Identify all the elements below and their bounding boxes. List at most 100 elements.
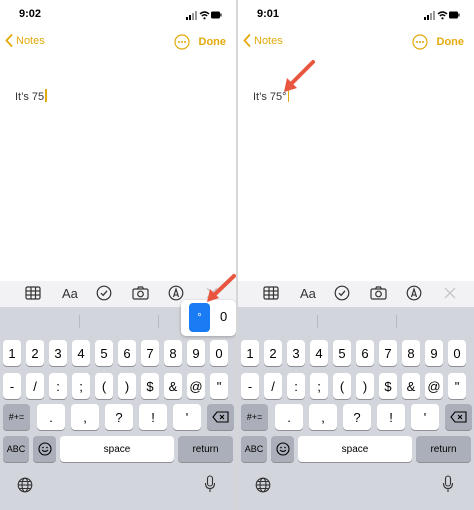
- key-question[interactable]: ?: [343, 404, 371, 430]
- key-close-paren[interactable]: ): [356, 373, 374, 399]
- notes-toolbar: Aa: [238, 281, 474, 307]
- done-button[interactable]: Done: [199, 36, 227, 48]
- key-7[interactable]: 7: [141, 340, 159, 366]
- delete-key[interactable]: [207, 404, 234, 430]
- key-open-paren[interactable]: (: [333, 373, 351, 399]
- key-comma[interactable]: ,: [309, 404, 337, 430]
- key-0[interactable]: 0: [448, 340, 466, 366]
- symbols-key[interactable]: #+=: [3, 404, 30, 430]
- space-key[interactable]: space: [298, 436, 412, 462]
- key-colon[interactable]: :: [287, 373, 305, 399]
- key-3[interactable]: 3: [49, 340, 67, 366]
- delete-key[interactable]: [445, 404, 472, 430]
- abc-key[interactable]: ABC: [241, 436, 267, 462]
- symbols-key[interactable]: #+=: [241, 404, 268, 430]
- key-exclamation[interactable]: !: [377, 404, 405, 430]
- key-9[interactable]: 9: [425, 340, 443, 366]
- key-3[interactable]: 3: [287, 340, 305, 366]
- format-button[interactable]: Aa: [300, 286, 316, 301]
- key-semicolon[interactable]: ;: [310, 373, 328, 399]
- space-key[interactable]: space: [60, 436, 174, 462]
- delete-icon: [212, 411, 229, 423]
- key-4[interactable]: 4: [310, 340, 328, 366]
- key-period[interactable]: .: [275, 404, 303, 430]
- degree-option[interactable]: °: [189, 303, 210, 332]
- globe-icon[interactable]: [255, 477, 271, 493]
- key-8[interactable]: 8: [402, 340, 420, 366]
- signal-icon: [186, 11, 197, 20]
- key-0[interactable]: 0: [210, 340, 228, 366]
- key-exclamation[interactable]: !: [139, 404, 167, 430]
- done-button[interactable]: Done: [437, 36, 465, 48]
- signal-icon: [424, 11, 435, 20]
- return-key[interactable]: return: [416, 436, 471, 462]
- key-open-paren[interactable]: (: [95, 373, 113, 399]
- key-ampersand[interactable]: &: [164, 373, 182, 399]
- format-button[interactable]: Aa: [62, 286, 78, 301]
- key-colon[interactable]: :: [49, 373, 67, 399]
- key-5[interactable]: 5: [333, 340, 351, 366]
- key-6[interactable]: 6: [118, 340, 136, 366]
- table-icon[interactable]: [25, 285, 41, 301]
- key-4[interactable]: 4: [72, 340, 90, 366]
- back-button[interactable]: Notes: [243, 34, 283, 47]
- more-options-icon[interactable]: [412, 34, 428, 50]
- microphone-icon[interactable]: [442, 475, 454, 493]
- back-label: Notes: [254, 34, 283, 47]
- battery-icon: [449, 11, 460, 19]
- key-at[interactable]: @: [187, 373, 205, 399]
- table-icon[interactable]: [263, 285, 279, 301]
- key-ampersand[interactable]: &: [402, 373, 420, 399]
- camera-icon[interactable]: [370, 285, 387, 301]
- zero-option[interactable]: 0: [220, 309, 227, 324]
- key-5[interactable]: 5: [95, 340, 113, 366]
- key-apostrophe[interactable]: ': [411, 404, 439, 430]
- key-slash[interactable]: /: [26, 373, 44, 399]
- status-bar: 9:02: [0, 0, 236, 30]
- note-body[interactable]: It’s 75: [15, 89, 47, 103]
- key-apostrophe[interactable]: ': [173, 404, 201, 430]
- return-key[interactable]: return: [178, 436, 233, 462]
- more-options-icon[interactable]: [174, 34, 190, 50]
- key-quote[interactable]: ": [210, 373, 228, 399]
- checklist-icon[interactable]: [96, 285, 112, 301]
- abc-key[interactable]: ABC: [3, 436, 29, 462]
- key-9[interactable]: 9: [187, 340, 205, 366]
- emoji-key[interactable]: [33, 436, 56, 462]
- key-period[interactable]: .: [37, 404, 65, 430]
- key-7[interactable]: 7: [379, 340, 397, 366]
- key-dollar[interactable]: $: [379, 373, 397, 399]
- key-1[interactable]: 1: [3, 340, 21, 366]
- markup-icon[interactable]: [168, 285, 184, 301]
- chevron-left-icon: [5, 34, 13, 47]
- predictive-bar: [238, 307, 474, 333]
- microphone-icon[interactable]: [204, 475, 216, 493]
- globe-icon[interactable]: [17, 477, 33, 493]
- key-2[interactable]: 2: [264, 340, 282, 366]
- back-button[interactable]: Notes: [5, 34, 45, 47]
- emoji-key[interactable]: [271, 436, 294, 462]
- predictive-divider: [396, 315, 397, 328]
- key-at[interactable]: @: [425, 373, 443, 399]
- key-dollar[interactable]: $: [141, 373, 159, 399]
- markup-icon[interactable]: [406, 285, 422, 301]
- key-2[interactable]: 2: [26, 340, 44, 366]
- predictive-divider: [79, 315, 80, 328]
- close-icon[interactable]: [443, 286, 457, 300]
- key-hyphen[interactable]: -: [3, 373, 21, 399]
- numeric-keyboard: 1 2 3 4 5 6 7 8 9 0 - / : ; ( ) $ & @ " …: [0, 307, 236, 510]
- key-semicolon[interactable]: ;: [72, 373, 90, 399]
- key-question[interactable]: ?: [105, 404, 133, 430]
- key-quote[interactable]: ": [448, 373, 466, 399]
- key-8[interactable]: 8: [164, 340, 182, 366]
- wifi-icon: [199, 11, 210, 20]
- key-close-paren[interactable]: ): [118, 373, 136, 399]
- camera-icon[interactable]: [132, 285, 149, 301]
- key-6[interactable]: 6: [356, 340, 374, 366]
- key-hyphen[interactable]: -: [241, 373, 259, 399]
- key-slash[interactable]: /: [264, 373, 282, 399]
- predictive-divider: [317, 315, 318, 328]
- key-comma[interactable]: ,: [71, 404, 99, 430]
- key-1[interactable]: 1: [241, 340, 259, 366]
- checklist-icon[interactable]: [334, 285, 350, 301]
